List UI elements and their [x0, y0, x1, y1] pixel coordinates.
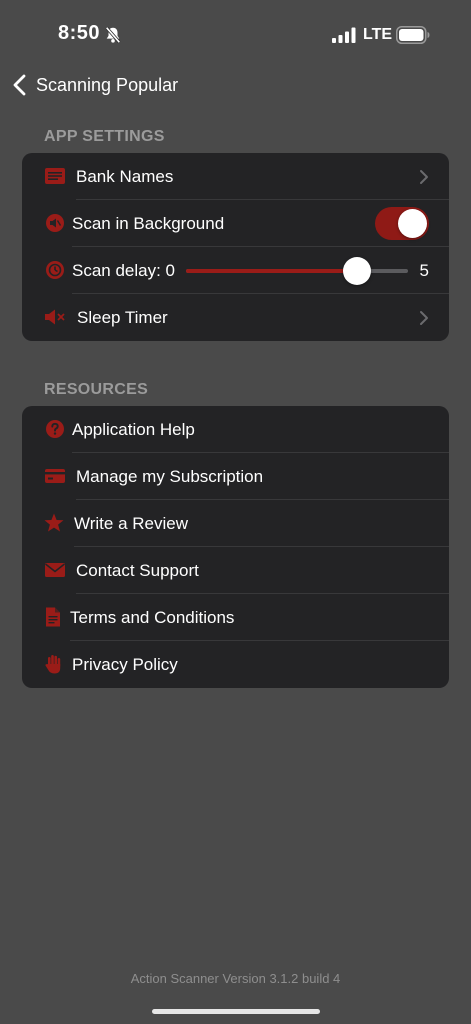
back-button-label: Scanning Popular: [36, 74, 179, 95]
toggle-knob: [398, 209, 427, 238]
bank-names-label: Bank Names: [76, 167, 174, 186]
bell-off-icon: [105, 26, 121, 44]
scan-background-label: Scan in Background: [72, 214, 225, 233]
write-review-label: Write a Review: [74, 514, 188, 533]
timer-icon: [46, 261, 64, 279]
chevron-right-icon: [420, 311, 428, 325]
battery-icon: [396, 26, 430, 44]
slider-thumb[interactable]: [342, 257, 371, 285]
resources-group: Application Help Manage my Subscription …: [22, 406, 449, 688]
contact-support-row[interactable]: Contact Support: [22, 547, 449, 594]
scan-background-toggle[interactable]: [375, 207, 429, 240]
slider-fill: [186, 269, 357, 273]
status-time: 8:50: [58, 22, 101, 44]
app-settings-header: APP SETTINGS: [44, 128, 165, 145]
hand-icon: [45, 655, 61, 674]
scan-delay-row: Scan delay: 0 5: [22, 247, 449, 294]
home-indicator[interactable]: [152, 1009, 320, 1014]
privacy-policy-row[interactable]: Privacy Policy: [22, 641, 449, 688]
terms-conditions-label: Terms and Conditions: [70, 608, 235, 627]
envelope-icon: [45, 563, 65, 577]
scan-background-row: Scan in Background: [22, 200, 449, 247]
bank-names-row[interactable]: Bank Names: [22, 153, 449, 200]
help-circle-icon: [46, 420, 64, 438]
scan-delay-slider[interactable]: [186, 257, 408, 285]
back-button[interactable]: Scanning Popular: [10, 70, 178, 100]
sleep-timer-label: Sleep Timer: [77, 308, 168, 327]
manage-subscription-label: Manage my Subscription: [76, 467, 264, 486]
resources-header: RESOURCES: [44, 381, 149, 398]
speaker-off-icon: [46, 214, 64, 232]
cellular-signal-icon: [332, 27, 356, 43]
document-icon: [46, 607, 60, 627]
status-bar: 8:50 LTE: [0, 0, 471, 60]
credit-card-icon: [45, 469, 65, 483]
list-icon: [45, 168, 65, 184]
application-help-row[interactable]: Application Help: [22, 406, 449, 453]
contact-support-label: Contact Support: [76, 561, 199, 580]
network-type: LTE: [363, 26, 393, 43]
app-version-text: Action Scanner Version 3.1.2 build 4: [130, 971, 341, 986]
privacy-policy-label: Privacy Policy: [72, 655, 178, 674]
write-review-row[interactable]: Write a Review: [22, 500, 449, 547]
chevron-right-icon: [420, 170, 428, 184]
terms-conditions-row[interactable]: Terms and Conditions: [22, 594, 449, 641]
manage-subscription-row[interactable]: Manage my Subscription: [22, 453, 449, 500]
back-chevron-icon: [13, 74, 26, 96]
star-icon: [44, 513, 64, 532]
application-help-label: Application Help: [72, 420, 195, 439]
scan-delay-max-label: 5: [419, 261, 429, 280]
scan-delay-label: Scan delay: 0: [72, 261, 176, 280]
sleep-timer-row[interactable]: Sleep Timer: [22, 294, 449, 341]
app-settings-group: Bank Names Scan in Background Scan delay…: [22, 153, 449, 341]
speaker-mute-icon: [45, 309, 65, 325]
